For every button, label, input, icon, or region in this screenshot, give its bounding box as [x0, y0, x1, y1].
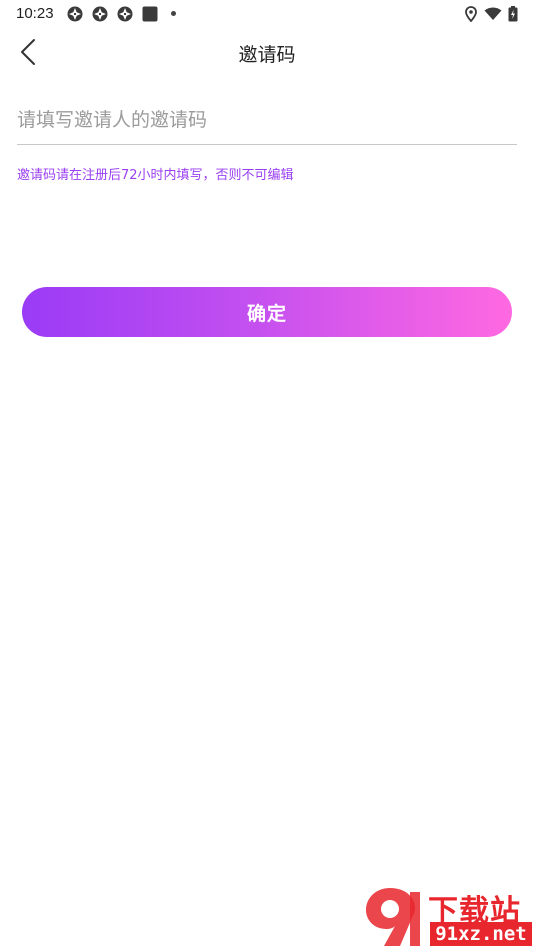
status-bar: 10:23 [0, 0, 534, 28]
app-icon [92, 6, 108, 22]
battery-icon [508, 6, 518, 22]
watermark-logo-icon [366, 888, 420, 946]
confirm-button[interactable]: 确定 [22, 287, 512, 337]
wifi-icon [484, 7, 502, 20]
watermark-url: 91xz.net [430, 922, 532, 946]
app-icon [117, 6, 133, 22]
watermark: 下载站 91xz.net [362, 886, 534, 950]
invite-code-hint: 邀请码请在注册后72小时内填写，否则不可编辑 [17, 168, 294, 183]
square-icon [142, 6, 158, 22]
dot-icon [171, 11, 176, 16]
page-title: 邀请码 [238, 44, 296, 66]
location-icon [465, 6, 477, 22]
app-icon [67, 6, 83, 22]
status-time: 10:23 [16, 5, 54, 22]
invite-code-input[interactable] [17, 96, 517, 145]
